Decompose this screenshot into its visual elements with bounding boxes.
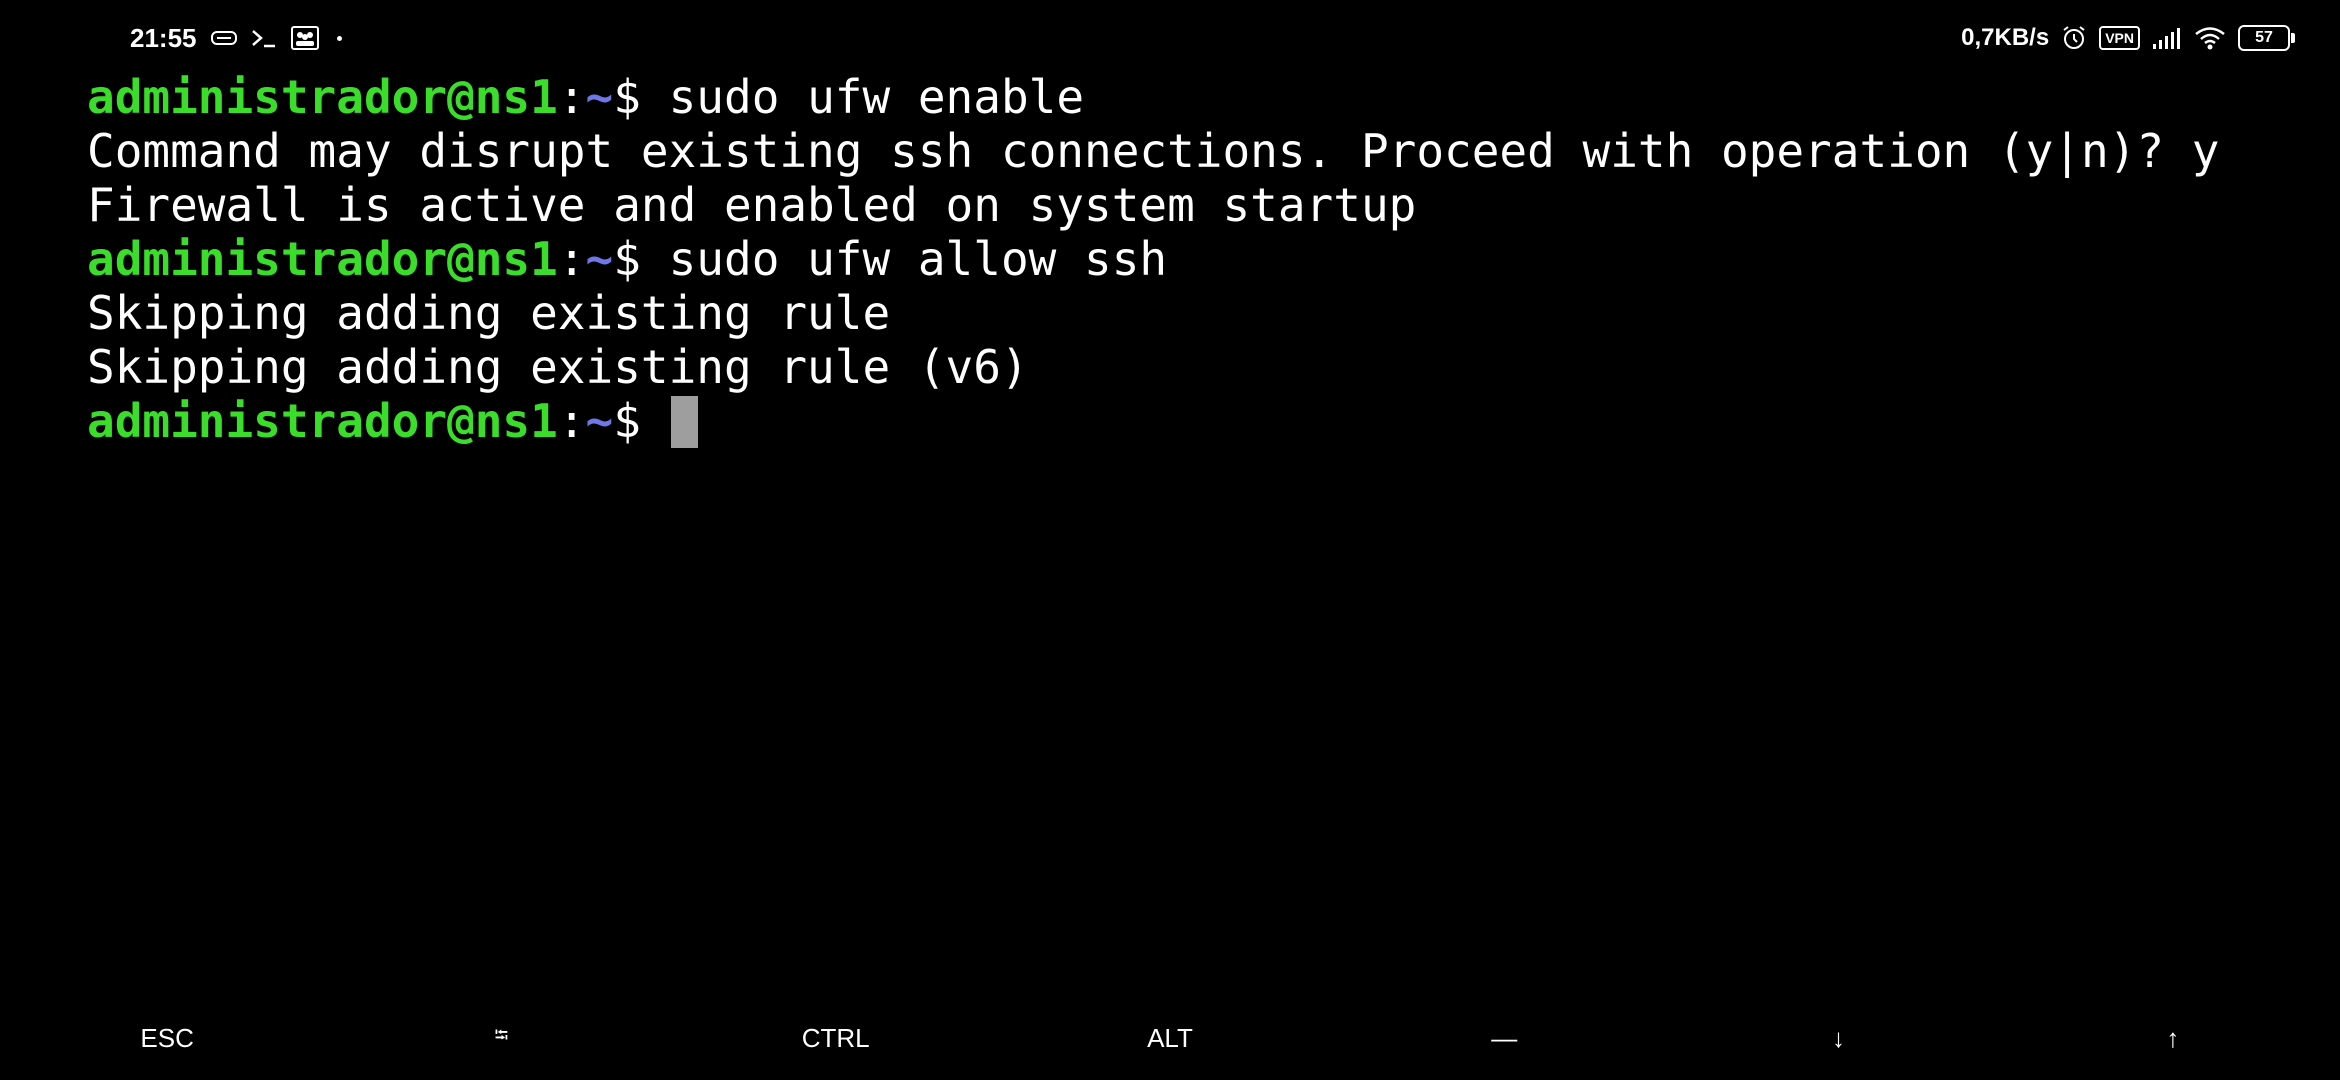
prompt-path: ~ [585, 394, 614, 448]
ctrl-key[interactable]: CTRL [669, 1000, 1003, 1080]
command-text [641, 394, 669, 448]
prompt-path: ~ [585, 232, 614, 286]
prompt-user-host: administrador@ns1 [87, 394, 558, 448]
prompt-user-host: administrador@ns1 [87, 232, 558, 286]
extra-keys-bar: ESC ⭾ CTRL ALT — ↓ ↑ [0, 1000, 2340, 1080]
prompt-colon: : [557, 70, 586, 124]
signal-icon [2152, 26, 2182, 50]
status-bar-right: 0,7KB/s VPN 57 [1961, 20, 2295, 56]
command-text: sudo ufw enable [640, 70, 1085, 124]
arrow-down-key[interactable]: ↓ [1671, 1000, 2005, 1080]
prompt-colon: : [557, 394, 586, 448]
terminal-current-prompt-line[interactable]: administrador@ns1:~$ [87, 394, 2307, 448]
esc-key[interactable]: ESC [0, 1000, 334, 1080]
command-text: sudo ufw allow ssh [640, 232, 1168, 286]
alarm-icon [2061, 25, 2087, 51]
arrow-up-key[interactable]: ↑ [2006, 1000, 2340, 1080]
terminal-output-line: Command may disrupt existing ssh connect… [87, 124, 2220, 178]
terminal-output-line: Firewall is active and enabled on system… [87, 178, 1417, 232]
contacts-card-icon [290, 26, 319, 50]
notification-chip-icon [210, 29, 237, 47]
prompt-path: ~ [585, 70, 614, 124]
terminal-prompt-icon [251, 27, 277, 49]
clock: 21:55 [130, 22, 197, 53]
terminal-output-line: Skipping adding existing rule (v6) [87, 340, 1029, 394]
network-speed: 0,7KB/s [1961, 24, 2050, 51]
terminal-output[interactable]: administrador@ns1:~$ sudo ufw enable Com… [87, 70, 2307, 448]
tab-key[interactable]: ⭾ [334, 1000, 668, 1080]
status-bar: 21:55 0,7KB/s VPN 57 [0, 0, 2340, 76]
terminal-cursor [670, 396, 698, 448]
terminal-output-line: Skipping adding existing rule [87, 286, 891, 340]
status-bar-left: 21:55 [130, 20, 342, 56]
terminal-prompt-line: administrador@ns1:~$ sudo ufw allow ssh [87, 232, 2307, 286]
prompt-dollar: $ [613, 394, 641, 448]
battery-level: 57 [2255, 29, 2273, 46]
prompt-colon: : [557, 232, 586, 286]
prompt-dollar: $ [613, 232, 641, 286]
dash-key[interactable]: — [1337, 1000, 1671, 1080]
alt-key[interactable]: ALT [1003, 1000, 1337, 1080]
battery-icon: 57 [2238, 25, 2295, 51]
prompt-dollar: $ [613, 70, 641, 124]
wifi-icon [2194, 26, 2226, 50]
terminal-prompt-line: administrador@ns1:~$ sudo ufw enable [87, 70, 2307, 124]
prompt-user-host: administrador@ns1 [87, 70, 558, 124]
more-dot-icon [336, 35, 342, 41]
vpn-icon: VPN [2099, 26, 2140, 50]
